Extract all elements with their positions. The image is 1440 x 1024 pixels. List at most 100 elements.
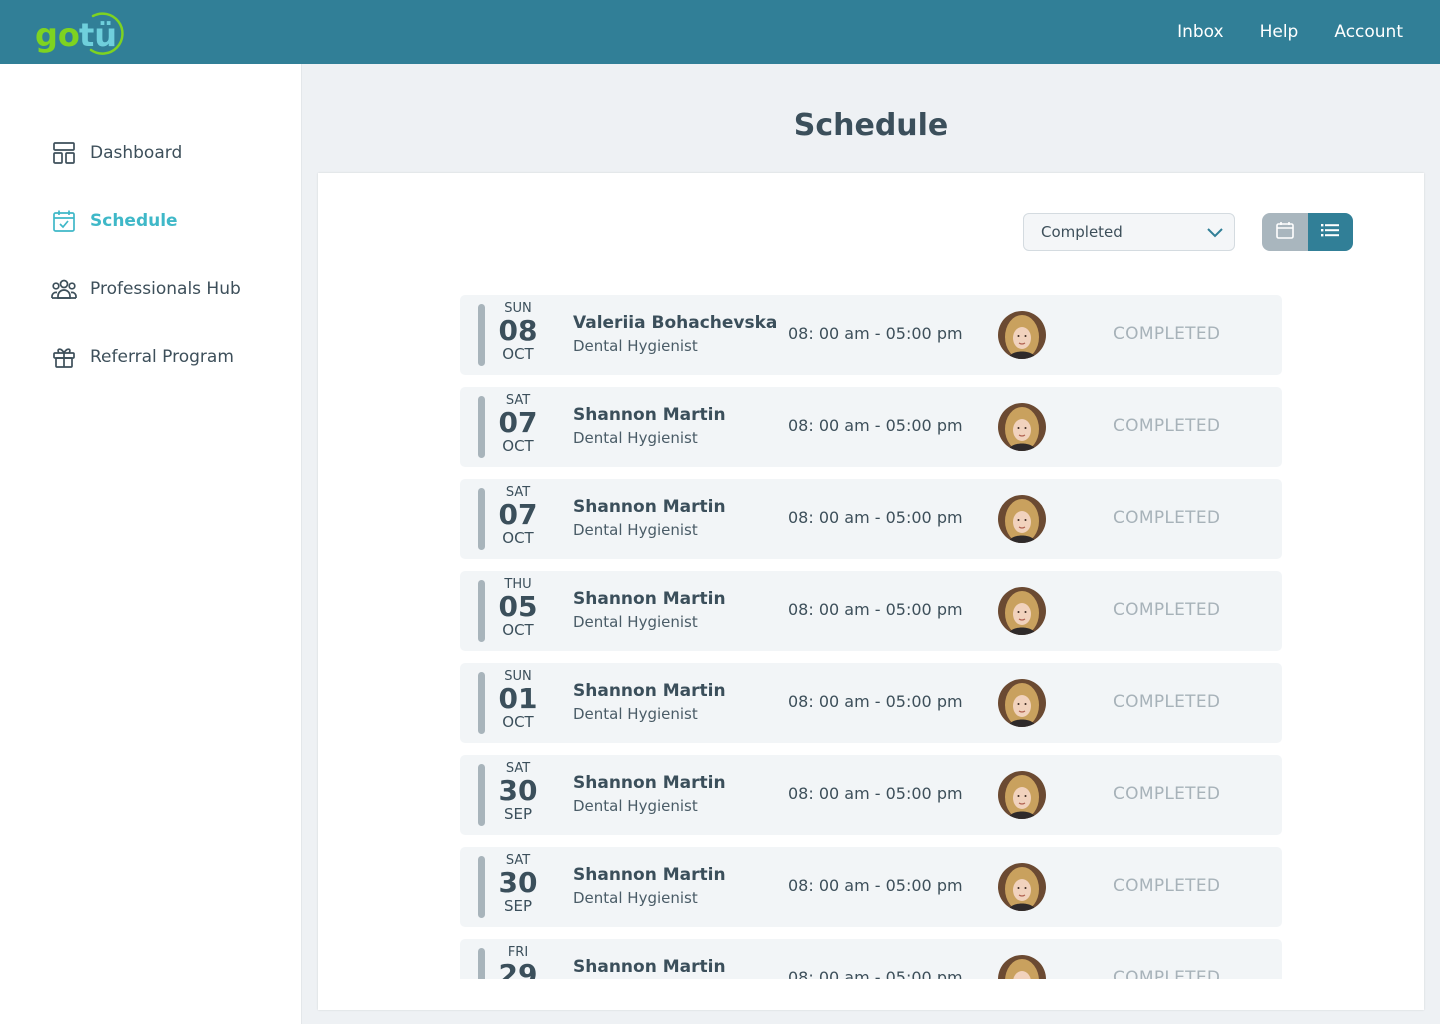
shift-day: 01 — [498, 682, 538, 715]
people-icon — [50, 275, 78, 303]
row-accent-bar — [478, 948, 485, 979]
shift-month: OCT — [502, 621, 534, 639]
shift-month: OCT — [502, 529, 534, 547]
shift-list: SUN 08 OCT Valeriia Bohachevska Dental H… — [460, 295, 1282, 979]
shift-time: 08: 00 am - 05:00 pm — [788, 416, 963, 435]
status-badge: COMPLETED — [1113, 324, 1221, 344]
svg-text:tü: tü — [79, 16, 117, 54]
dashboard-icon — [50, 139, 78, 167]
professional-name: Shannon Martin — [573, 957, 726, 977]
row-accent-bar — [478, 488, 485, 550]
status-badge: COMPLETED — [1113, 784, 1221, 804]
row-accent-bar — [478, 304, 485, 366]
calendar-check-icon — [50, 207, 78, 235]
avatar — [998, 311, 1046, 359]
sidebar-item-referral-program[interactable]: Referral Program — [50, 342, 234, 372]
professional-name: Valeriia Bohachevska — [573, 313, 778, 333]
sidebar-item-professionals-hub[interactable]: Professionals Hub — [50, 274, 241, 304]
status-filter-dropdown[interactable]: Completed — [1023, 213, 1235, 251]
professional-role: Dental Hygienist — [573, 337, 698, 355]
professional-name: Shannon Martin — [573, 681, 726, 701]
avatar — [998, 863, 1046, 911]
shift-row[interactable]: SAT 07 OCT Shannon Martin Dental Hygieni… — [460, 387, 1282, 467]
shift-time: 08: 00 am - 05:00 pm — [788, 876, 963, 895]
shift-date: FRI 29 SEP — [492, 945, 544, 979]
calendar-view-button[interactable] — [1262, 213, 1308, 251]
shift-row[interactable]: SAT 30 SEP Shannon Martin Dental Hygieni… — [460, 847, 1282, 927]
row-accent-bar — [478, 396, 485, 458]
inbox-link[interactable]: Inbox — [1177, 22, 1224, 42]
shift-row[interactable]: FRI 29 SEP Shannon Martin Dental Hygieni… — [460, 939, 1282, 979]
shift-month: OCT — [502, 345, 534, 363]
avatar — [998, 771, 1046, 819]
chevron-down-icon — [1206, 225, 1224, 243]
professional-name: Shannon Martin — [573, 497, 726, 517]
status-filter-value: Completed — [1041, 223, 1123, 241]
page-title: Schedule — [793, 108, 949, 143]
professional-name: Shannon Martin — [573, 405, 726, 425]
shift-month: SEP — [503, 897, 533, 915]
sidebar-item-label: Dashboard — [90, 143, 183, 163]
shift-day: 07 — [498, 498, 538, 531]
shift-date: SUN 08 OCT — [492, 301, 544, 363]
professional-name: Shannon Martin — [573, 865, 726, 885]
help-link[interactable]: Help — [1260, 22, 1299, 42]
shift-date: THU 05 OCT — [492, 577, 544, 639]
schedule-card: Completed SUN 08 OCT Valeriia Bohachevsk… — [318, 173, 1424, 1010]
sidebar-item-dashboard[interactable]: Dashboard — [50, 138, 182, 168]
avatar — [998, 495, 1046, 543]
professional-role: Dental Hygienist — [573, 613, 698, 631]
status-badge: COMPLETED — [1113, 508, 1221, 528]
sidebar: Dashboard Schedule Professionals Hub Ref… — [0, 64, 302, 1024]
shift-time: 08: 00 am - 05:00 pm — [788, 968, 963, 979]
shift-date: SAT 30 SEP — [492, 761, 544, 823]
shift-date: SAT 07 OCT — [492, 485, 544, 547]
avatar — [998, 679, 1046, 727]
list-view-button[interactable] — [1307, 213, 1353, 251]
shift-time: 08: 00 am - 05:00 pm — [788, 324, 963, 343]
shift-row[interactable]: SAT 30 SEP Shannon Martin Dental Hygieni… — [460, 755, 1282, 835]
professional-role: Dental Hygienist — [573, 521, 698, 539]
avatar — [998, 403, 1046, 451]
row-accent-bar — [478, 580, 485, 642]
professional-role: Dental Hygienist — [573, 705, 698, 723]
shift-month: OCT — [502, 713, 534, 731]
shift-time: 08: 00 am - 05:00 pm — [788, 508, 963, 527]
professional-name: Shannon Martin — [573, 589, 726, 609]
status-badge: COMPLETED — [1113, 600, 1221, 620]
top-nav: Inbox Help Account — [1177, 0, 1403, 64]
shift-day: 29 — [498, 958, 538, 980]
gotu-logo[interactable]: go tü — [35, 10, 127, 56]
shift-row[interactable]: THU 05 OCT Shannon Martin Dental Hygieni… — [460, 571, 1282, 651]
shift-day: 30 — [498, 774, 538, 807]
shift-time: 08: 00 am - 05:00 pm — [788, 784, 963, 803]
row-accent-bar — [478, 856, 485, 918]
shift-day: 30 — [498, 866, 538, 899]
view-toggle — [1262, 213, 1353, 251]
professional-role: Dental Hygienist — [573, 429, 698, 447]
shift-row[interactable]: SUN 01 OCT Shannon Martin Dental Hygieni… — [460, 663, 1282, 743]
row-accent-bar — [478, 764, 485, 826]
svg-text:go: go — [35, 16, 80, 54]
shift-day: 07 — [498, 406, 538, 439]
sidebar-item-label: Schedule — [90, 211, 178, 231]
shift-row[interactable]: SAT 07 OCT Shannon Martin Dental Hygieni… — [460, 479, 1282, 559]
account-link[interactable]: Account — [1334, 22, 1403, 42]
shift-day: 05 — [498, 590, 538, 623]
gift-icon — [50, 343, 78, 371]
avatar — [998, 587, 1046, 635]
sidebar-item-schedule[interactable]: Schedule — [50, 206, 178, 236]
professional-role: Dental Hygienist — [573, 889, 698, 907]
status-badge: COMPLETED — [1113, 876, 1221, 896]
professional-role: Dental Hygienist — [573, 797, 698, 815]
shift-time: 08: 00 am - 05:00 pm — [788, 600, 963, 619]
sidebar-item-label: Referral Program — [90, 347, 234, 367]
status-badge: COMPLETED — [1113, 968, 1221, 979]
row-accent-bar — [478, 672, 485, 734]
shift-date: SUN 01 OCT — [492, 669, 544, 731]
shift-date: SAT 30 SEP — [492, 853, 544, 915]
shift-time: 08: 00 am - 05:00 pm — [788, 692, 963, 711]
shift-day: 08 — [498, 314, 538, 347]
shift-row[interactable]: SUN 08 OCT Valeriia Bohachevska Dental H… — [460, 295, 1282, 375]
shift-month: SEP — [503, 805, 533, 823]
